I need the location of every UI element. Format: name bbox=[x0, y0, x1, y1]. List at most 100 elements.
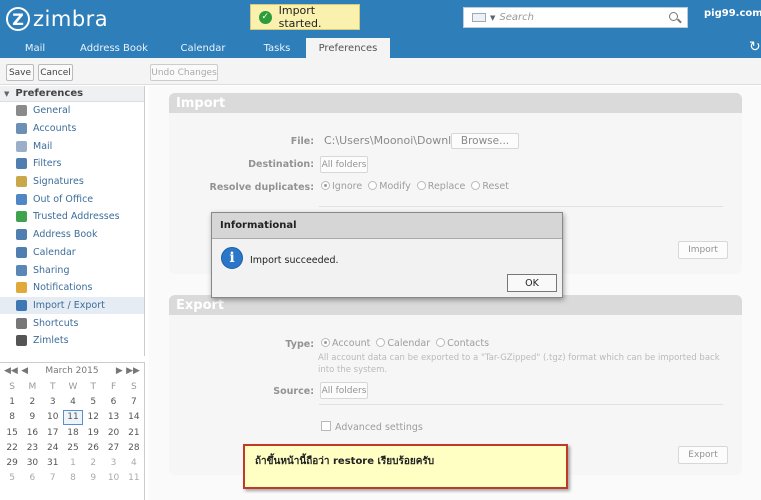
next-year-icon[interactable]: ▶▶ bbox=[126, 366, 140, 376]
calendar-day[interactable]: 30 bbox=[22, 455, 42, 470]
calendar-day[interactable]: 14 bbox=[124, 410, 144, 425]
app-tabs: Mail Address Book Calendar Tasks Prefere… bbox=[0, 38, 761, 58]
calendar-day[interactable]: 6 bbox=[22, 471, 42, 486]
collapse-triangle-icon[interactable]: ▼ bbox=[4, 90, 9, 98]
sidebar-item-label: Signatures bbox=[33, 176, 84, 188]
calendar-day[interactable]: 31 bbox=[43, 455, 63, 470]
prev-month-icon[interactable]: ◀ bbox=[21, 366, 28, 376]
sidebar-item-trusted-addresses[interactable]: Trusted Addresses bbox=[0, 208, 144, 226]
dialog-title[interactable]: Informational bbox=[212, 213, 562, 239]
calendar-day[interactable]: 21 bbox=[124, 425, 144, 440]
shield-icon bbox=[16, 211, 27, 223]
weekday-label: T bbox=[90, 381, 97, 392]
sidebar-item-sharing[interactable]: Sharing bbox=[0, 261, 144, 279]
sidebar-item-label: Filters bbox=[33, 158, 62, 170]
sidebar-item-notifications[interactable]: Notifications bbox=[0, 279, 144, 297]
sidebar-item-general[interactable]: General bbox=[0, 102, 144, 120]
search-bar[interactable]: ▼ Search bbox=[463, 7, 688, 28]
cancel-button[interactable]: Cancel bbox=[38, 64, 73, 81]
calendar-day[interactable]: 16 bbox=[22, 425, 42, 440]
calendar-day[interactable]: 6 bbox=[103, 394, 123, 409]
calendar-day[interactable]: 2 bbox=[83, 455, 103, 470]
refresh-icon[interactable]: ↻ bbox=[749, 39, 761, 55]
sidebar-item-filters[interactable]: Filters bbox=[0, 155, 144, 173]
calendar-day[interactable]: 27 bbox=[103, 440, 123, 455]
calendar-day[interactable]: 12 bbox=[83, 410, 103, 425]
bell-icon bbox=[16, 282, 27, 294]
calendar-day[interactable]: 19 bbox=[83, 425, 103, 440]
calendar-day[interactable]: 15 bbox=[2, 425, 22, 440]
calendar-day[interactable]: 9 bbox=[22, 410, 42, 425]
save-button[interactable]: Save bbox=[6, 64, 34, 81]
weekday-label: W bbox=[68, 381, 78, 392]
calendar-day[interactable]: 7 bbox=[124, 394, 144, 409]
logo-text: zimbra bbox=[33, 7, 109, 31]
calendar-day[interactable]: 8 bbox=[2, 410, 22, 425]
undo-changes-button[interactable]: Undo Changes bbox=[150, 64, 218, 81]
sidebar-header-label: Preferences bbox=[15, 88, 84, 99]
tab-preferences[interactable]: Preferences bbox=[306, 38, 390, 58]
tab-tasks[interactable]: Tasks bbox=[248, 38, 306, 58]
calendar-day[interactable]: 17 bbox=[43, 425, 63, 440]
calendar-month[interactable]: March 2015 bbox=[45, 366, 98, 376]
calendar-day[interactable]: 28 bbox=[124, 440, 144, 455]
calendar-day[interactable]: 10 bbox=[103, 471, 123, 486]
calendar-day[interactable]: 25 bbox=[63, 440, 83, 455]
calendar-day[interactable]: 13 bbox=[103, 410, 123, 425]
tab-mail[interactable]: Mail bbox=[0, 38, 70, 58]
weekday-label: T bbox=[49, 381, 56, 392]
ok-button[interactable]: OK bbox=[507, 274, 557, 292]
sidebar-item-shortcuts[interactable]: Shortcuts bbox=[0, 314, 144, 332]
calendar-day[interactable]: 26 bbox=[83, 440, 103, 455]
calendar-day[interactable]: 3 bbox=[43, 394, 63, 409]
calendar-day[interactable]: 3 bbox=[103, 455, 123, 470]
sidebar-item-zimlets[interactable]: Zimlets bbox=[0, 332, 144, 350]
sidebar-item-address-book[interactable]: Address Book bbox=[0, 226, 144, 244]
sidebar-item-out-of-office[interactable]: Out of Office bbox=[0, 190, 144, 208]
search-icon[interactable] bbox=[668, 11, 682, 25]
next-month-icon[interactable]: ▶ bbox=[116, 366, 123, 376]
logo-mark: Z bbox=[6, 7, 30, 31]
calendar-day[interactable]: 1 bbox=[63, 455, 83, 470]
sidebar-item-import-export[interactable]: Import / Export bbox=[0, 296, 144, 315]
calendar-day[interactable]: 4 bbox=[124, 455, 144, 470]
sidebar-item-signatures[interactable]: Signatures bbox=[0, 173, 144, 191]
calendar-day[interactable]: 22 bbox=[2, 440, 22, 455]
calendar-day[interactable]: 8 bbox=[63, 471, 83, 486]
sidebar-item-accounts[interactable]: Accounts bbox=[0, 120, 144, 138]
sidebar-item-label: Out of Office bbox=[33, 193, 94, 205]
calendar-day[interactable]: 23 bbox=[22, 440, 42, 455]
sidebar-header[interactable]: ▼ Preferences bbox=[0, 86, 144, 102]
toast-text: Import started. bbox=[278, 4, 322, 30]
accounts-icon bbox=[16, 123, 27, 135]
calendar-day[interactable]: 24 bbox=[43, 440, 63, 455]
calendar-day[interactable]: 20 bbox=[103, 425, 123, 440]
calendar-day[interactable]: 18 bbox=[63, 425, 83, 440]
calendar-day[interactable]: 10 bbox=[43, 410, 63, 425]
calendar-day[interactable]: 9 bbox=[83, 471, 103, 486]
calendar-day[interactable]: 4 bbox=[63, 394, 83, 409]
address-book-icon bbox=[16, 229, 27, 241]
calendar-day[interactable]: 2 bbox=[22, 394, 42, 409]
sidebar-item-calendar[interactable]: Calendar bbox=[0, 244, 144, 262]
calendar-day[interactable]: 7 bbox=[43, 471, 63, 486]
calendar-day[interactable]: 11 bbox=[62, 409, 84, 425]
sidebar-item-label: Notifications bbox=[33, 282, 93, 294]
weekday-label: S bbox=[9, 381, 15, 392]
zimbra-logo[interactable]: Z zimbra bbox=[6, 6, 108, 32]
tab-calendar[interactable]: Calendar bbox=[158, 38, 248, 58]
calendar-day[interactable]: 1 bbox=[2, 394, 22, 409]
search-input[interactable]: Search bbox=[499, 12, 668, 23]
tab-address-book[interactable]: Address Book bbox=[70, 38, 158, 58]
calendar-day[interactable]: 5 bbox=[83, 394, 103, 409]
sidebar-item-mail[interactable]: Mail bbox=[0, 137, 144, 155]
calendar-day[interactable]: 5 bbox=[2, 471, 22, 486]
mail-search-type-icon[interactable] bbox=[472, 13, 486, 22]
sidebar-item-label: Sharing bbox=[33, 264, 70, 276]
user-menu[interactable]: pig99.com bbox=[704, 8, 761, 19]
informational-dialog: Informational i Import succeeded. OK bbox=[211, 212, 563, 298]
calendar-day[interactable]: 29 bbox=[2, 455, 22, 470]
chevron-down-icon[interactable]: ▼ bbox=[490, 14, 495, 22]
calendar-day[interactable]: 11 bbox=[124, 471, 144, 486]
prev-year-icon[interactable]: ◀◀ bbox=[4, 366, 18, 376]
